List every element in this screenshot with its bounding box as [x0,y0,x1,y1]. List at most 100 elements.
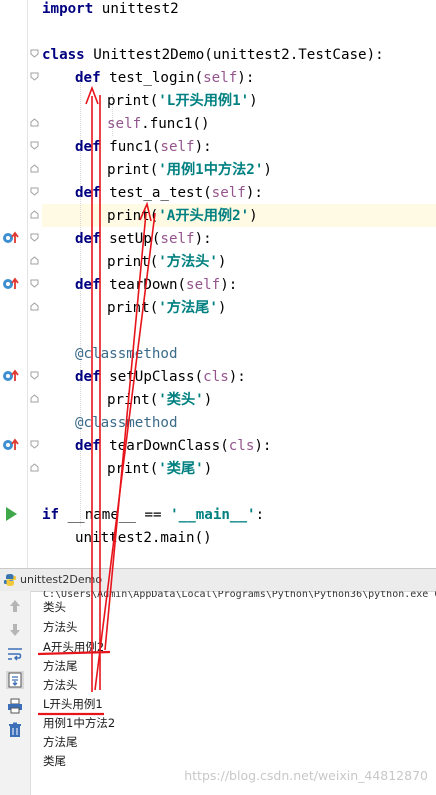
self-param: self [160,139,195,155]
override-method-icon[interactable] [2,436,20,454]
code-line-11[interactable]: def setUp(self): [75,228,212,251]
keyword: import [42,1,94,17]
cls-param: cls [203,369,229,385]
fold-marker-icon[interactable] [30,279,39,288]
code-line-23[interactable]: if __name__ == '__main__': [42,504,264,527]
output-line: 方法尾 [43,659,78,673]
code-text: ) [249,93,258,109]
code-line-24[interactable]: unittest2.main() [75,527,212,550]
string-literal: '类头' [158,392,204,408]
code-line-1[interactable]: import unittest2 [42,0,179,21]
code-line-4[interactable]: def test_login(self): [75,67,254,90]
arrow-up-icon[interactable] [6,597,24,615]
fold-end-icon[interactable] [30,256,39,265]
fold-marker-icon[interactable] [30,141,39,150]
code-line-9[interactable]: def test_a_test(self): [75,182,263,205]
output-line: 方法头 [43,678,78,692]
watermark: https://blog.csdn.net/weixin_44812870 [184,768,428,783]
output-line: L开头用例1 [43,697,103,711]
output-line: 类尾 [43,754,66,768]
code-line-13[interactable]: def tearDown(self): [75,274,237,297]
code-line-19[interactable]: @classmethod [75,412,178,435]
scroll-to-end-icon[interactable] [6,671,24,689]
python-icon [3,574,17,586]
command-line: C:\Users\Admin\AppData\Local\Programs\Py… [43,591,436,600]
code-text: print( [107,461,159,477]
fold-end-icon[interactable] [30,394,39,403]
code-line-6[interactable]: self.func1() [107,113,210,136]
keyword: def [75,277,101,293]
keyword: def [75,438,101,454]
keyword: def [75,369,101,385]
trash-icon[interactable] [6,721,24,739]
code-text: : [255,507,265,523]
cls-param: cls [228,438,255,454]
output-line: 用例1中方法2 [43,716,116,730]
code-line-18[interactable]: print('类头') [107,389,212,412]
code-text: ) [203,461,213,477]
code-text: unittest2 [93,1,179,17]
fold-end-icon[interactable] [30,463,39,472]
run-tab[interactable]: unittest2Demo [0,568,436,592]
print-icon[interactable] [6,697,24,715]
keyword: def [75,70,101,86]
fold-marker-icon[interactable] [30,371,39,380]
code-text: print( [107,254,159,270]
code-line-10[interactable]: print('A开头用例2') [107,205,258,228]
keyword: def [75,185,101,201]
code-text: unittest2.main() [75,530,212,546]
self-param: self [186,277,221,293]
run-gutter-icon[interactable] [2,505,20,523]
decorator: @classmethod [75,346,178,362]
override-method-icon[interactable] [2,367,20,385]
code-text: ): [237,70,255,86]
fold-marker-icon[interactable] [30,233,39,242]
code-text: print( [107,93,159,109]
code-line-21[interactable]: print('类尾') [107,458,212,481]
code-line-8[interactable]: print('用例1中方法2') [107,159,272,182]
string-literal: '类尾' [158,461,204,477]
run-tab-title: unittest2Demo [20,573,103,586]
code-line-14[interactable]: print('方法尾') [107,297,226,320]
fold-marker-icon[interactable] [30,440,39,449]
override-method-icon[interactable] [2,229,20,247]
code-text: ): [194,231,212,247]
override-method-icon[interactable] [2,275,20,293]
code-text: ) [203,392,213,408]
run-panel[interactable]: unittest2Demo C:\Users\Admin\AppData\Loc… [0,568,436,795]
fold-end-icon[interactable] [30,164,39,173]
keyword: def [75,139,101,155]
code-text: ) [249,208,258,224]
string-literal: '方法尾' [158,300,218,316]
code-text: ): [254,438,272,454]
code-line-17[interactable]: def setUpClass(cls): [75,366,246,389]
string-literal: '__main__' [170,507,256,523]
fold-end-icon[interactable] [30,118,39,127]
string-literal: '方法头' [158,254,218,270]
code-line-3[interactable]: class Unittest2Demo(unittest2.TestCase): [42,44,384,67]
self-param: self [160,231,195,247]
self-param: self [107,116,142,132]
fold-end-icon[interactable] [30,302,39,311]
fold-end-icon[interactable] [30,210,39,219]
arrow-down-icon[interactable] [6,621,24,639]
fold-marker-icon[interactable] [30,72,39,81]
code-text: test_login( [100,70,204,86]
self-param: self [211,185,246,201]
fold-marker-icon[interactable] [30,187,39,196]
code-text: Unittest2Demo(unittest2.TestCase): [84,47,384,63]
code-editor[interactable]: import unittest2 class Unittest2Demo(uni… [0,0,436,568]
keyword: class [42,47,85,63]
code-text: __name__ == [59,507,171,523]
string-literal: 'L开头用例1' [158,93,250,109]
soft-wrap-icon[interactable] [6,645,24,663]
code-text: ): [228,369,246,385]
code-line-5[interactable]: print('L开头用例1') [107,90,258,113]
keyword: def [75,231,101,247]
code-line-20[interactable]: def tearDownClass(cls): [75,435,271,458]
code-line-7[interactable]: def func1(self): [75,136,212,159]
fold-marker-icon[interactable] [30,49,39,58]
code-line-16[interactable]: @classmethod [75,343,178,366]
output-line: A开头用例2 [43,640,105,654]
code-line-12[interactable]: print('方法头') [107,251,226,274]
